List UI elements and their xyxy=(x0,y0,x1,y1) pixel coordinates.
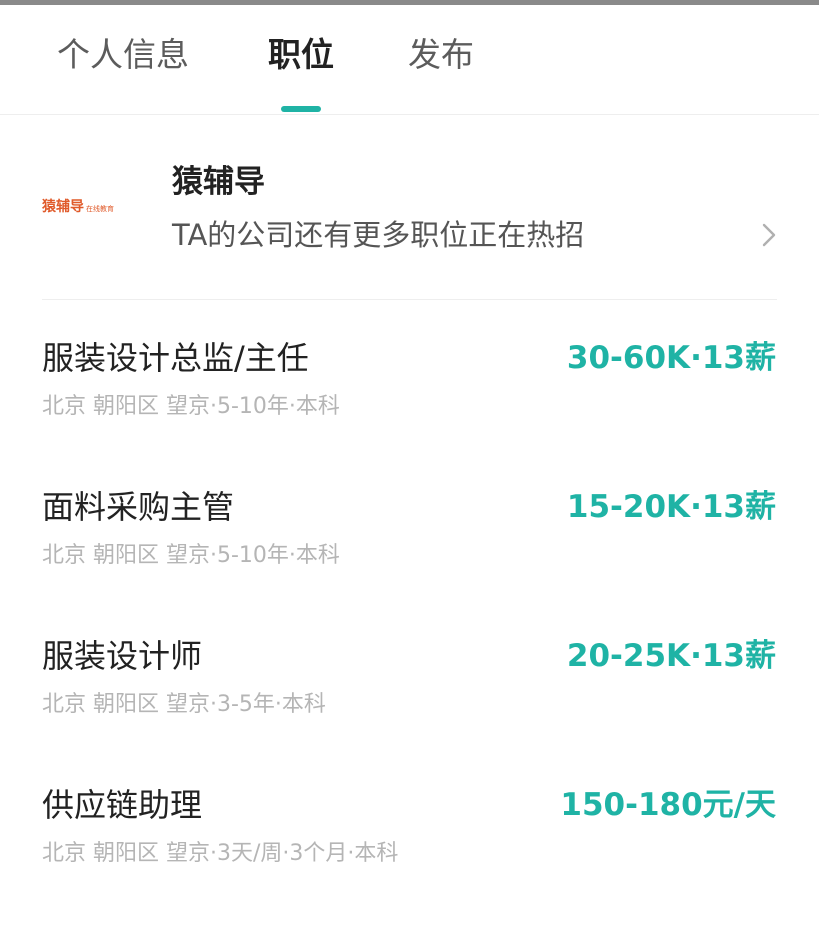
job-item[interactable]: 供应链助理 150-180元/天 北京 朝阳区 望京·3天/周·3个月·本科 xyxy=(0,748,819,896)
job-title: 服装设计师 xyxy=(42,637,203,675)
divider xyxy=(42,299,777,300)
company-name: 猿辅导 xyxy=(172,164,265,200)
job-title: 服装设计总监/主任 xyxy=(42,339,309,377)
job-salary: 20-25K·13薪 xyxy=(566,638,776,674)
company-card[interactable]: 猿辅导 在线教育 猿辅导 TA的公司还有更多职位正在热招 xyxy=(0,115,819,300)
job-meta: 北京 朝阳区 望京·5-10年·本科 xyxy=(42,543,340,568)
job-salary: 15-20K·13薪 xyxy=(566,489,776,525)
logo-subtext: 在线教育 xyxy=(86,204,114,213)
job-item[interactable]: 服装设计师 20-25K·13薪 北京 朝阳区 望京·3-5年·本科 xyxy=(0,599,819,747)
chevron-right-icon[interactable] xyxy=(758,222,780,248)
job-item[interactable]: 面料采购主管 15-20K·13薪 北京 朝阳区 望京·5-10年·本科 xyxy=(0,450,819,598)
company-subtitle: TA的公司还有更多职位正在热招 xyxy=(172,218,585,252)
tab-personal-info[interactable]: 个人信息 xyxy=(57,33,189,77)
job-salary: 150-180元/天 xyxy=(560,787,776,823)
tab-publish[interactable]: 发布 xyxy=(408,33,474,77)
logo-text: 猿辅导 xyxy=(42,199,84,215)
tab-bar: 个人信息 职位 发布 xyxy=(0,5,819,115)
page: 个人信息 职位 发布 猿辅导 在线教育 猿辅导 TA的公司还有更多职位正在热招 … xyxy=(0,0,819,949)
job-salary: 30-60K·13薪 xyxy=(566,340,776,376)
job-item[interactable]: 服装设计总监/主任 30-60K·13薪 北京 朝阳区 望京·5-10年·本科 xyxy=(0,301,819,449)
job-meta: 北京 朝阳区 望京·3天/周·3个月·本科 xyxy=(42,841,399,866)
job-meta: 北京 朝阳区 望京·5-10年·本科 xyxy=(42,394,340,419)
job-title: 供应链助理 xyxy=(42,786,203,824)
job-title: 面料采购主管 xyxy=(42,488,235,526)
active-tab-indicator xyxy=(281,106,321,112)
job-meta: 北京 朝阳区 望京·3-5年·本科 xyxy=(42,692,326,717)
tab-positions[interactable]: 职位 xyxy=(268,33,334,77)
company-logo: 猿辅导 在线教育 xyxy=(42,175,142,237)
